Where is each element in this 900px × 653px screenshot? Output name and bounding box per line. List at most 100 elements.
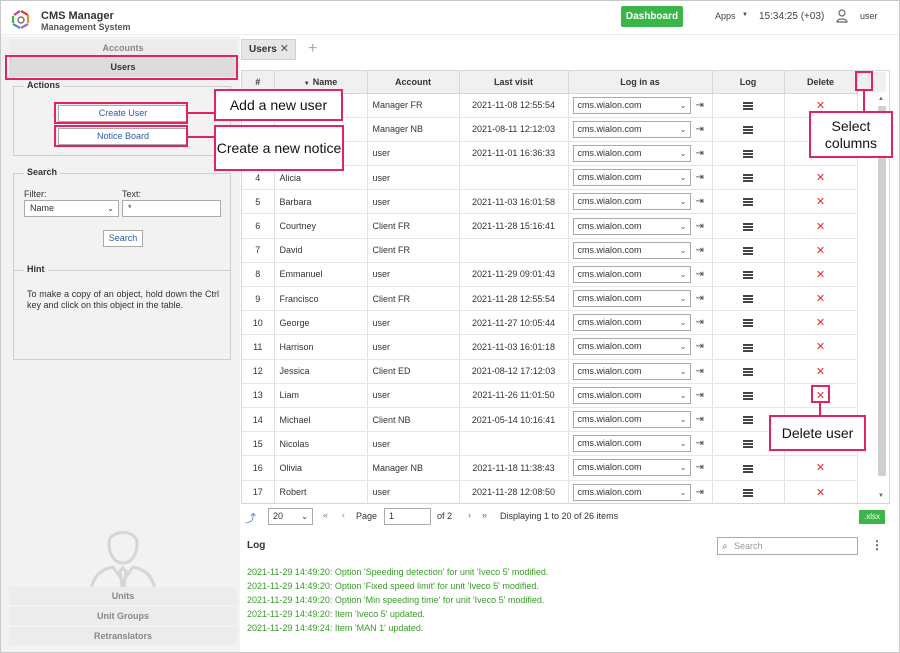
prev-page-icon[interactable]: ‹	[342, 510, 345, 520]
list-icon[interactable]	[743, 101, 753, 110]
login-icon[interactable]: ⇥	[696, 414, 704, 425]
delete-icon[interactable]: ✕	[816, 245, 825, 257]
delete-icon[interactable]: ✕	[816, 366, 825, 378]
col-log[interactable]: Log	[712, 71, 785, 94]
export-xlsx-button[interactable]: .xlsx	[859, 510, 885, 524]
delete-icon[interactable]: ✕	[816, 221, 825, 233]
row-name[interactable]: Harrison	[274, 334, 368, 360]
delete-icon[interactable]: ✕	[816, 341, 825, 353]
tab-users[interactable]: Users ✕	[241, 39, 296, 60]
login-as-select[interactable]: cms.wialon.com ⌄	[572, 169, 691, 187]
list-icon[interactable]	[743, 343, 753, 352]
login-as-select[interactable]: cms.wialon.com ⌄	[572, 120, 691, 138]
login-as-select[interactable]: cms.wialon.com ⌄	[572, 459, 691, 477]
list-icon[interactable]	[743, 222, 753, 231]
login-as-select[interactable]: cms.wialon.com ⌄	[572, 435, 691, 453]
list-icon[interactable]	[743, 246, 753, 255]
list-icon[interactable]	[743, 464, 753, 473]
login-icon[interactable]: ⇥	[696, 438, 704, 449]
scroll-thumb[interactable]	[878, 106, 886, 476]
table-row[interactable]: 11 Harrison user 2021-11-03 16:01:18 cms.wia…	[242, 334, 858, 360]
login-as-select[interactable]: cms.wialon.com ⌄	[572, 338, 691, 356]
row-name[interactable]: Barbara	[274, 189, 368, 215]
list-icon[interactable]	[743, 367, 753, 376]
table-row[interactable]: 8 Emmanuel user 2021-11-29 09:01:43 cms.wial…	[242, 262, 858, 288]
row-name[interactable]: Michael	[274, 407, 368, 433]
login-icon[interactable]: ⇥	[696, 172, 704, 183]
table-row[interactable]: 16 Olivia Manager NB 2021-11-18 11:38:43 cms…	[242, 455, 858, 481]
first-page-icon[interactable]: «	[323, 510, 328, 520]
login-icon[interactable]: ⇥	[696, 341, 704, 352]
nav-unit-groups[interactable]: Unit Groups	[9, 607, 237, 625]
list-icon[interactable]	[743, 174, 753, 183]
row-name[interactable]: Courtney	[274, 213, 368, 239]
list-icon[interactable]	[743, 440, 753, 449]
login-icon[interactable]: ⇥	[696, 293, 704, 304]
login-as-select[interactable]: cms.wialon.com ⌄	[572, 314, 691, 332]
row-name[interactable]: Nicolas	[274, 431, 368, 457]
row-name[interactable]: David	[274, 238, 368, 263]
list-icon[interactable]	[743, 416, 753, 425]
add-tab-icon[interactable]: +	[308, 40, 317, 58]
login-icon[interactable]: ⇥	[696, 100, 704, 111]
scroll-up-icon[interactable]: ▲	[878, 96, 884, 102]
table-row[interactable]: 12 Jessica Client ED 2021-08-12 17:12:03 cms…	[242, 359, 858, 384]
delete-icon[interactable]: ✕	[816, 172, 825, 184]
login-as-select[interactable]: cms.wialon.com ⌄	[572, 217, 691, 235]
table-row[interactable]: 6 Courtney Client FR 2021-11-28 15:16:41 cms…	[242, 213, 858, 239]
nav-units[interactable]: Units	[9, 587, 237, 605]
delete-icon[interactable]: ✕	[816, 196, 825, 208]
login-as-select[interactable]: cms.wialon.com ⌄	[572, 265, 691, 283]
row-name[interactable]: Emmanuel	[274, 262, 368, 288]
refresh-icon[interactable]: ⤴	[245, 510, 256, 526]
login-as-select[interactable]: cms.wialon.com ⌄	[572, 241, 691, 259]
search-button[interactable]: Search	[103, 230, 143, 247]
login-icon[interactable]: ⇥	[696, 245, 704, 256]
login-icon[interactable]: ⇥	[696, 124, 704, 135]
row-name[interactable]: Liam	[274, 383, 368, 408]
apps-menu[interactable]: Apps	[715, 11, 736, 21]
col-delete[interactable]: Delete	[784, 71, 858, 94]
delete-icon[interactable]: ✕	[816, 100, 825, 112]
list-icon[interactable]	[743, 295, 753, 304]
login-icon[interactable]: ⇥	[696, 487, 704, 498]
login-as-select[interactable]: cms.wialon.com ⌄	[572, 96, 691, 114]
user-icon[interactable]	[836, 9, 848, 23]
last-page-icon[interactable]: »	[482, 510, 487, 520]
login-icon[interactable]: ⇥	[696, 462, 704, 473]
dashboard-button[interactable]: Dashboard	[621, 6, 683, 27]
list-icon[interactable]	[743, 271, 753, 280]
list-icon[interactable]	[743, 319, 753, 328]
row-name[interactable]: Jessica	[274, 359, 368, 384]
col-account[interactable]: Account	[367, 71, 460, 94]
close-icon[interactable]: ✕	[280, 40, 289, 59]
login-icon[interactable]: ⇥	[696, 317, 704, 328]
filter-select[interactable]: Name ⌄	[24, 200, 119, 217]
login-icon[interactable]: ⇥	[696, 221, 704, 232]
col-last-visit[interactable]: Last visit	[459, 71, 569, 94]
login-as-select[interactable]: cms.wialon.com ⌄	[572, 193, 691, 211]
table-row[interactable]: 13 Liam user 2021-11-26 11:01:50 cms.wialon.…	[242, 383, 858, 408]
delete-icon[interactable]: ✕	[816, 462, 825, 474]
login-icon[interactable]: ⇥	[696, 196, 704, 207]
delete-icon[interactable]: ✕	[816, 487, 825, 499]
table-row[interactable]: 5 Barbara user 2021-11-03 16:01:58 cms.wialo…	[242, 189, 858, 215]
list-icon[interactable]	[743, 198, 753, 207]
login-icon[interactable]: ⇥	[696, 269, 704, 280]
login-as-select[interactable]: cms.wialon.com ⌄	[572, 411, 691, 429]
delete-icon[interactable]: ✕	[816, 269, 825, 281]
login-as-select[interactable]: cms.wialon.com ⌄	[572, 386, 691, 404]
next-page-icon[interactable]: ›	[468, 510, 471, 520]
row-name[interactable]: Robert	[274, 480, 368, 503]
row-name[interactable]: Francisco	[274, 286, 368, 312]
delete-icon[interactable]: ✕	[816, 317, 825, 329]
user-name[interactable]: user	[860, 11, 878, 21]
col-login-as[interactable]: Log in as	[568, 71, 713, 94]
table-row[interactable]: 9 Francisco Client FR 2021-11-28 12:55:54 cm…	[242, 286, 858, 312]
nav-retranslators[interactable]: Retranslators	[9, 627, 237, 645]
login-icon[interactable]: ⇥	[696, 390, 704, 401]
table-row[interactable]: 14 Michael Client NB 2021-05-14 10:16:41 cms…	[242, 407, 858, 433]
list-icon[interactable]	[743, 391, 753, 400]
row-name[interactable]: Olivia	[274, 455, 368, 481]
login-as-select[interactable]: cms.wialon.com ⌄	[572, 483, 691, 501]
